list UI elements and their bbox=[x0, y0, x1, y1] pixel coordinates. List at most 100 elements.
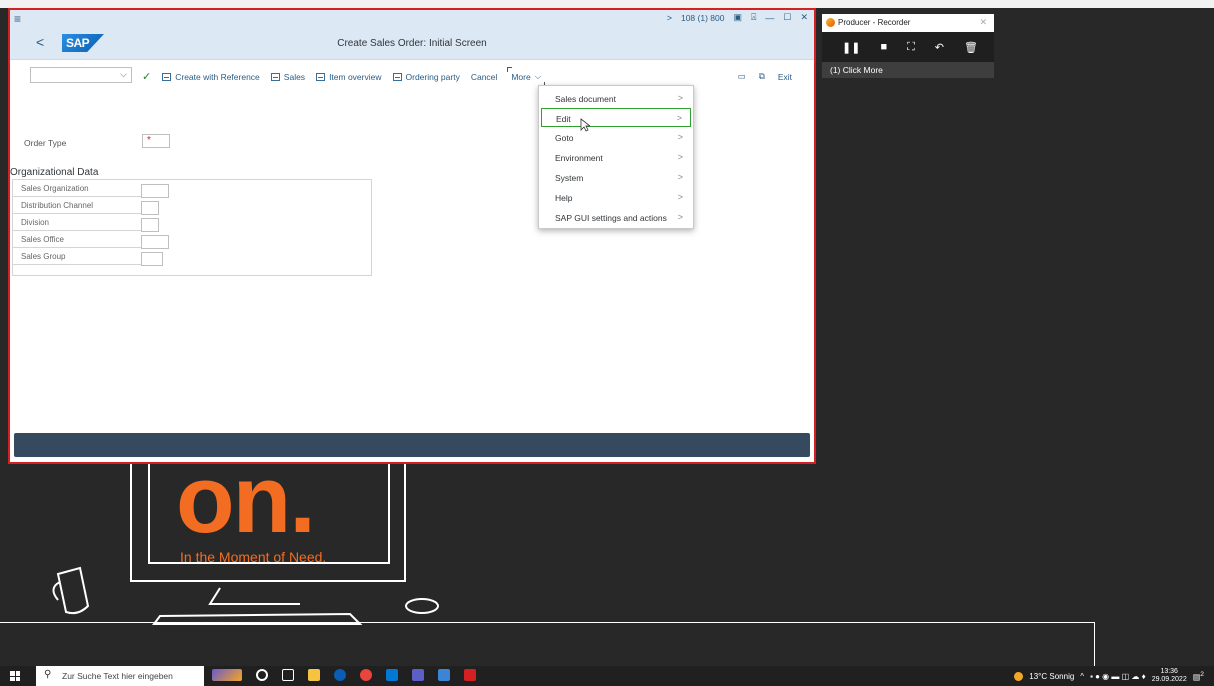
sales-label: Sales bbox=[283, 71, 306, 82]
decorative-line bbox=[0, 622, 1095, 623]
chevron-right-icon: > bbox=[677, 152, 683, 162]
chevron-down-icon: ⌵ bbox=[120, 69, 127, 79]
sap-window: ≡ > 108 (1) 800 ▣ ⍓ — ☐ ✕ < SAP Create S… bbox=[8, 8, 816, 464]
menu-item-sales-document[interactable]: Sales document > bbox=[541, 89, 691, 108]
chevron-up-icon[interactable]: ^ bbox=[1080, 672, 1084, 681]
teams-icon[interactable] bbox=[412, 669, 424, 681]
search-placeholder: Zur Suche Text hier eingeben bbox=[62, 671, 173, 681]
sap-window-controls: > 108 (1) 800 ▣ ⍓ — ☐ ✕ bbox=[667, 12, 808, 23]
file-explorer-icon[interactable] bbox=[308, 669, 320, 681]
weather-text[interactable]: 13°C Sonnig bbox=[1029, 672, 1074, 681]
item-overview-button[interactable]: Item overview bbox=[316, 71, 382, 82]
menu-item-help[interactable]: Help > bbox=[541, 188, 691, 207]
system-info: 108 (1) 800 bbox=[680, 12, 725, 23]
news-widget-icon[interactable] bbox=[212, 669, 242, 681]
sales-organization-input[interactable] bbox=[141, 184, 169, 198]
play-icon[interactable]: ▣ bbox=[733, 12, 742, 23]
close-icon[interactable]: ✕ bbox=[979, 17, 987, 28]
order-type-label: Order Type bbox=[24, 138, 67, 148]
mouse-illustration bbox=[405, 598, 439, 614]
org-data-box: Sales Organization Distribution Channel … bbox=[12, 179, 372, 276]
stop-icon[interactable]: ■ bbox=[880, 41, 887, 53]
windows-start-icon[interactable] bbox=[10, 671, 20, 681]
chevron-right-icon: > bbox=[677, 172, 683, 182]
trash-icon[interactable]: 🗑 bbox=[964, 41, 978, 54]
capture-icon[interactable]: ⛶ bbox=[907, 41, 915, 54]
chrome-icon[interactable] bbox=[360, 669, 372, 681]
more-button[interactable]: More ⌵ bbox=[507, 67, 545, 87]
pause-icon[interactable]: ❚❚ bbox=[842, 41, 860, 54]
menu-item-label: SAP GUI settings and actions bbox=[555, 213, 667, 223]
sap-logon-icon[interactable] bbox=[438, 669, 450, 681]
org-data-title: Organizational Data bbox=[10, 167, 99, 178]
org-field-label: Sales Office bbox=[13, 231, 143, 248]
hamburger-menu-icon[interactable]: ≡ bbox=[14, 12, 21, 26]
cortana-icon[interactable] bbox=[256, 669, 268, 681]
taskbar-search-input[interactable]: ⚲ Zur Suche Text hier eingeben bbox=[36, 666, 204, 686]
new-window-icon[interactable]: ⧉ bbox=[759, 71, 765, 82]
cancel-button[interactable]: Cancel bbox=[471, 72, 497, 82]
date: 29.09.2022 bbox=[1151, 676, 1187, 683]
top-strip bbox=[0, 0, 1214, 8]
chevron-right-icon: > bbox=[677, 212, 683, 222]
windows-taskbar: ⚲ Zur Suche Text hier eingeben 13°C Sonn… bbox=[0, 666, 1214, 686]
recorder-step: (1) Click More bbox=[822, 62, 994, 78]
check-icon[interactable]: ✓ bbox=[142, 70, 151, 83]
sap-title-bar: < SAP Create Sales Order: Initial Screen bbox=[10, 28, 814, 60]
chevron-right-icon: > bbox=[677, 132, 683, 142]
command-field[interactable]: ⌵ bbox=[30, 67, 132, 83]
menu-item-environment[interactable]: Environment > bbox=[541, 148, 691, 167]
create-with-reference-button[interactable]: Create with Reference bbox=[162, 72, 260, 82]
mug-illustration bbox=[52, 566, 90, 615]
order-type-input[interactable]: * bbox=[142, 134, 170, 148]
close-icon[interactable]: ✕ bbox=[800, 12, 808, 23]
outlook-icon[interactable] bbox=[386, 669, 398, 681]
task-view-icon[interactable] bbox=[282, 669, 294, 681]
menu-item-goto[interactable]: Goto > bbox=[541, 128, 691, 147]
status-bar bbox=[14, 433, 810, 457]
division-input[interactable] bbox=[141, 218, 159, 232]
sales-group-input[interactable] bbox=[141, 252, 163, 266]
search-icon: ⚲ bbox=[44, 669, 52, 680]
edge-icon[interactable] bbox=[334, 669, 346, 681]
chevron-right-icon: > bbox=[676, 113, 682, 123]
sales-button[interactable]: Sales bbox=[270, 71, 306, 82]
menu-item-sap-gui-settings[interactable]: SAP GUI settings and actions > bbox=[541, 208, 691, 227]
undo-icon[interactable]: ↶ bbox=[935, 41, 944, 54]
chevron-right-icon[interactable]: > bbox=[667, 13, 672, 23]
toolbar-right: ▭ ⧉ Exit bbox=[738, 71, 792, 82]
producer-app-icon[interactable] bbox=[464, 669, 476, 681]
ordering-party-label: Ordering party bbox=[405, 71, 460, 82]
org-field-label: Distribution Channel bbox=[13, 197, 143, 214]
menu-item-edit[interactable]: Edit > bbox=[541, 108, 691, 127]
sales-office-input[interactable] bbox=[141, 235, 169, 249]
window-icon[interactable]: ▭ bbox=[738, 71, 746, 82]
clock[interactable]: 13:36 29.09.2022 bbox=[1152, 668, 1187, 684]
distribution-channel-input[interactable] bbox=[141, 201, 159, 215]
chevron-right-icon: > bbox=[677, 192, 683, 202]
document-icon bbox=[316, 72, 326, 81]
item-overview-label: Item overview bbox=[329, 71, 382, 82]
page-title: Create Sales Order: Initial Screen bbox=[337, 38, 487, 49]
maximize-icon[interactable]: ☐ bbox=[783, 12, 791, 23]
taskbar-apps bbox=[212, 669, 476, 681]
menu-item-system[interactable]: System > bbox=[541, 168, 691, 187]
menu-item-label: Goto bbox=[555, 133, 574, 143]
sap-top-bar: ≡ > 108 (1) 800 ▣ ⍓ — ☐ ✕ bbox=[10, 10, 814, 28]
document-icon bbox=[270, 72, 280, 81]
minimize-icon[interactable]: — bbox=[765, 13, 774, 23]
recorder-title: Producer - Recorder bbox=[838, 18, 911, 27]
session-icon[interactable]: ⍓ bbox=[751, 12, 756, 23]
org-field-label: Division bbox=[13, 214, 143, 231]
recorder-window: Producer - Recorder ✕ ❚❚ ■ ⛶ ↶ 🗑 (1) Cli… bbox=[822, 14, 994, 78]
ordering-party-button[interactable]: Ordering party bbox=[392, 71, 460, 82]
tagline: In the Moment of Need. bbox=[180, 549, 327, 565]
tray-icons[interactable]: ▪ ● ◉ ▬ ◫ ☁ ♦ bbox=[1090, 672, 1146, 681]
exit-button[interactable]: Exit bbox=[778, 72, 792, 82]
org-field-label: Sales Group bbox=[13, 248, 143, 265]
menu-item-label: System bbox=[555, 173, 584, 183]
notification-icon[interactable]: ▤2 bbox=[1193, 671, 1204, 682]
chevron-right-icon: > bbox=[677, 93, 683, 103]
keyboard-illustration bbox=[152, 587, 363, 625]
notification-count: 2 bbox=[1200, 670, 1204, 678]
